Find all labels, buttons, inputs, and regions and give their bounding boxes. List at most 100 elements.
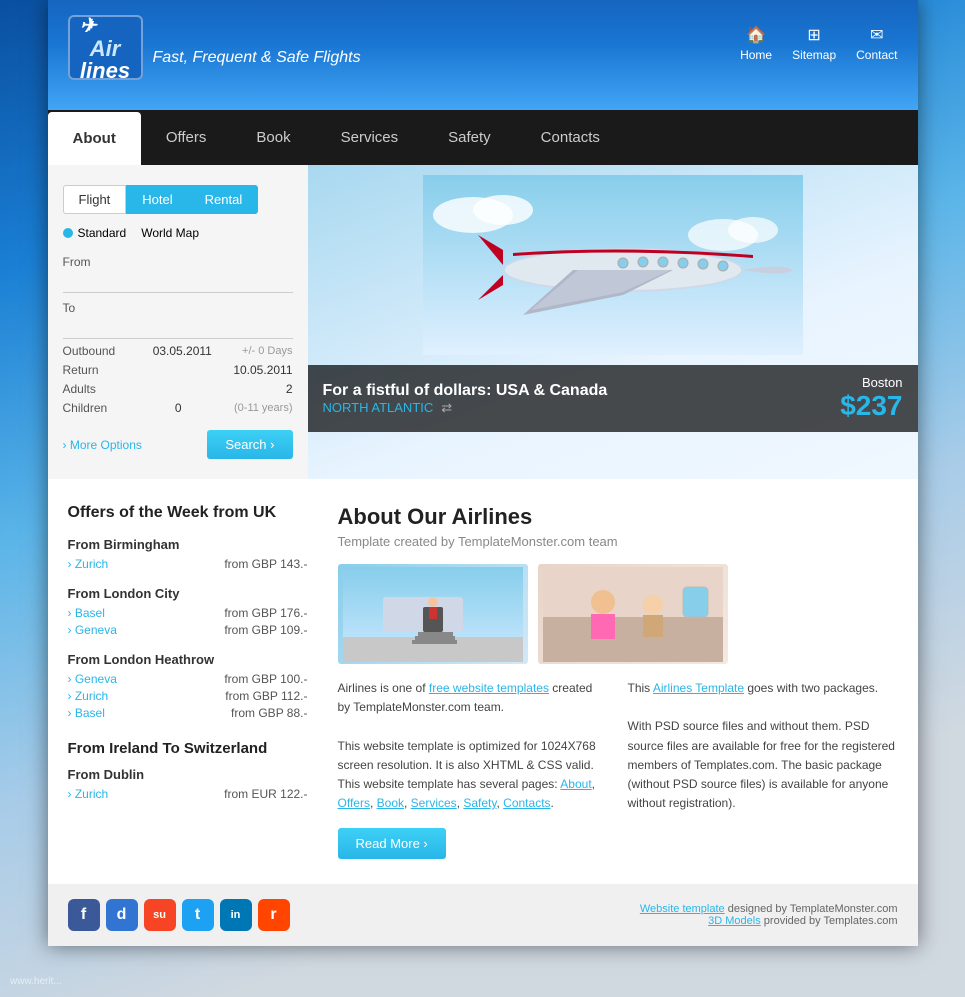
read-more-button[interactable]: Read More › [338,828,446,859]
offer-link-geneva-2[interactable]: Geneva [68,672,117,686]
book-link[interactable]: Book [377,796,404,810]
about-link[interactable]: About [560,777,591,791]
services-link[interactable]: Services [411,796,457,810]
footer-credit-1: Website template designed by TemplateMon… [640,903,898,915]
reddit-icon[interactable]: r [258,899,290,931]
website-template-link[interactable]: Website template [640,903,725,915]
offer-item: Geneva from GBP 100.- [68,672,308,686]
footer-credit1-text: designed by TemplateMonster.com [725,903,898,915]
offer-link-zurich-3[interactable]: Zurich [68,787,109,801]
hero-banner: For a fistful of dollars: USA & Canada N… [308,365,918,432]
exchange-icon: ⇄ [441,400,452,416]
footer-credit2-text: provided by Templates.com [761,915,898,927]
facebook-icon[interactable]: f [68,899,100,931]
offer-link-zurich-2[interactable]: Zurich [68,689,109,703]
offer-item: Zurich from GBP 143.- [68,557,308,571]
children-hint: (0-11 years) [234,402,292,414]
offer-link-basel-1[interactable]: Basel [68,606,105,620]
to-input[interactable] [63,318,293,339]
search-form: From To Outbound 03.05.2011 +/- 0 Days R… [63,255,293,459]
safety-link[interactable]: Safety [463,796,496,810]
search-button[interactable]: Search [207,430,292,459]
free-templates-link[interactable]: free website templates [429,681,549,695]
from-input[interactable] [63,272,293,293]
nav-contact[interactable]: ✉ Contact [856,25,897,62]
footer-links: Website template designed by TemplateMon… [640,903,898,927]
nav-contacts[interactable]: Contacts [516,110,625,165]
hero-title: For a fistful of dollars: USA & Canada [323,382,608,400]
nav-sitemap-label: Sitemap [792,48,836,62]
3d-models-link[interactable]: 3D Models [708,915,761,927]
offer-price-0: from GBP 143.- [224,557,307,571]
more-options-link[interactable]: More Options [63,438,142,452]
logo-area: ✈ Air lines Fast, Frequent & Safe Flight… [68,15,361,80]
offer-group-title-2: From London Heathrow [68,652,308,667]
hero-area: For a fistful of dollars: USA & Canada N… [308,165,918,479]
search-sidebar: Flight Hotel Rental Standard World Map [48,165,308,479]
nav-home-label: Home [740,48,772,62]
offer-price-2a: from GBP 100.- [224,672,307,686]
nav-contact-label: Contact [856,48,897,62]
offer-price-2c: from GBP 88.- [231,706,307,720]
hero-price-area: Boston $237 [840,375,902,422]
offer-item: Basel from GBP 176.- [68,606,308,620]
nav-sitemap[interactable]: ⊞ Sitemap [792,25,836,62]
nav-book[interactable]: Book [231,110,315,165]
tab-flight[interactable]: Flight [63,185,127,214]
content-area-top: Flight Hotel Rental Standard World Map [48,165,918,479]
outbound-hint: +/- 0 Days [242,345,292,357]
header: ✈ Air lines Fast, Frequent & Safe Flight… [48,0,918,110]
watermark: www.herit... [10,976,62,987]
about-image-people [538,564,728,664]
linkedin-icon[interactable]: in [220,899,252,931]
bottom-content: Offers of the Week from UK From Birmingh… [48,479,918,884]
delicious-icon[interactable]: d [106,899,138,931]
radio-worldmap-label: World Map [141,226,199,240]
offer-item: Zurich from EUR 122.- [68,787,308,801]
twitter-icon[interactable]: t [182,899,214,931]
main-about-content: About Our Airlines Template created by T… [338,504,898,859]
nav-offers[interactable]: Offers [141,110,232,165]
nav-safety[interactable]: Safety [423,110,516,165]
tab-rental[interactable]: Rental [189,185,259,214]
about-image-plane [338,564,528,664]
children-value: 0 [175,401,182,415]
offer-link-basel-2[interactable]: Basel [68,706,105,720]
about-col-right: This Airlines Template goes with two pac… [628,679,898,813]
offers-link[interactable]: Offers [338,796,370,810]
about-images [338,564,898,664]
offers-sidebar: Offers of the Week from UK From Birmingh… [68,504,308,859]
return-value: 10.05.2011 [233,363,292,377]
about-text-cols: Airlines is one of free website template… [338,679,898,813]
offer-price-1a: from GBP 176.- [224,606,307,620]
nav-services[interactable]: Services [316,110,424,165]
offer-group-heathrow: From London Heathrow Geneva from GBP 100… [68,652,308,720]
nav-home[interactable]: 🏠 Home [740,25,772,62]
return-label: Return [63,363,123,377]
nav-about[interactable]: About [48,112,141,165]
offer-item: Zurich from GBP 112.- [68,689,308,703]
hero-plane [308,165,918,365]
offers-section2-title: From Ireland To Switzerland [68,740,308,757]
offer-price-2b: from GBP 112.- [225,689,307,703]
adults-label: Adults [63,382,123,396]
social-icons: f d su t in r [68,899,290,931]
radio-dot-standard [63,228,73,238]
footer: f d su t in r Website template designed … [48,884,918,946]
offer-group-title-3: From Dublin [68,767,308,782]
tab-hotel[interactable]: Hotel [126,185,188,214]
main-nav: About Offers Book Services Safety Contac… [48,110,918,165]
map-options: Standard World Map [63,226,293,240]
airlines-template-link[interactable]: Airlines Template [653,681,744,695]
about-title: About Our Airlines [338,504,898,530]
hero-subtitle: NORTH ATLANTIC ⇄ [323,400,608,416]
from-label: From [63,255,293,269]
offer-link-zurich-0[interactable]: Zurich [68,557,109,571]
offer-link-geneva-1[interactable]: Geneva [68,623,117,637]
contacts-link[interactable]: Contacts [503,796,550,810]
logo-box: ✈ Air lines [68,15,143,80]
radio-worldmap[interactable]: World Map [141,226,199,240]
offer-item: Geneva from GBP 109.- [68,623,308,637]
radio-standard[interactable]: Standard [63,226,127,240]
stumbleupon-icon[interactable]: su [144,899,176,931]
